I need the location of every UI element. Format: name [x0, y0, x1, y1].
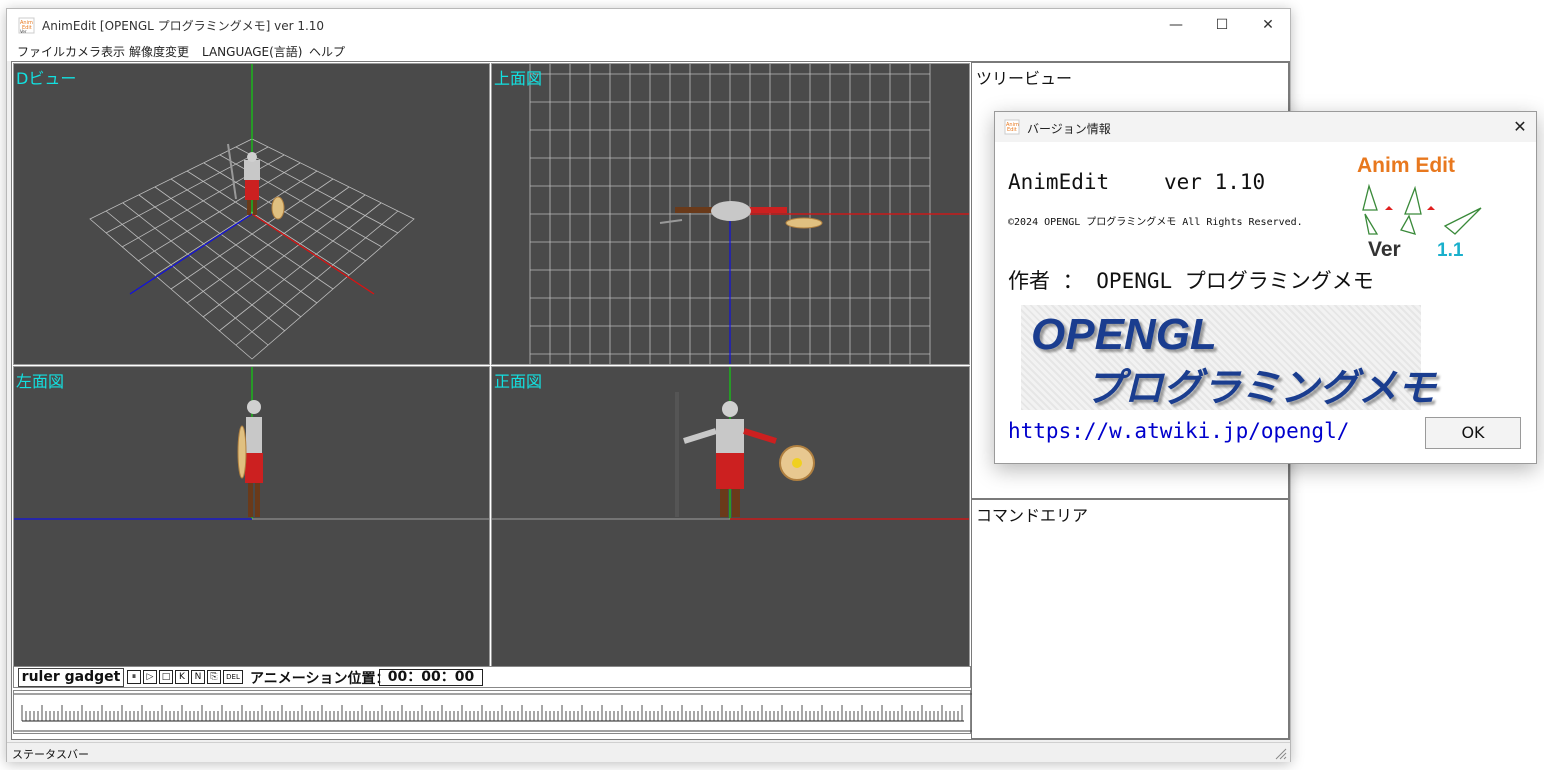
- timeline-ruler[interactable]: [13, 690, 972, 734]
- viewport-3d-label: Dビュー: [16, 69, 77, 88]
- minimize-button[interactable]: —: [1153, 9, 1199, 41]
- menu-file[interactable]: ファイル: [17, 43, 65, 60]
- website-link[interactable]: https://w.atwiki.jp/opengl/: [1008, 419, 1349, 443]
- app-icon: Anim Edit Ver: [18, 17, 35, 34]
- logo-ver: Ver: [1368, 238, 1401, 261]
- logo-version-number: 1.1: [1437, 240, 1464, 261]
- status-text: ステータスバー: [12, 748, 89, 761]
- app-icon: Anim Edit: [1004, 119, 1020, 135]
- left-axes: [14, 367, 489, 520]
- about-app-name: AnimEdit: [1008, 170, 1110, 194]
- status-bar: ステータスバー: [7, 742, 1290, 762]
- maximize-button[interactable]: ☐: [1199, 9, 1245, 41]
- ok-button[interactable]: OK: [1425, 417, 1521, 449]
- window-title: AnimEdit [OPENGL プログラミングメモ] ver 1.10: [42, 19, 325, 33]
- viewport-left[interactable]: 左面図: [13, 366, 490, 667]
- viewport-3d[interactable]: Dビュー: [13, 63, 490, 365]
- copy-button[interactable]: ⎘: [207, 670, 221, 684]
- command-area-label: コマンドエリア: [976, 506, 1089, 525]
- animation-position-label: アニメーション位置：: [250, 671, 390, 687]
- animation-position-field[interactable]: 00：00：00: [379, 669, 483, 686]
- ruler-gadget-bar: ruler gadget ⏸ ▷ □ K N ⎘ DEL アニメーション位置： …: [13, 666, 971, 688]
- viewport-top[interactable]: 上面図: [491, 63, 970, 365]
- resize-grip-icon[interactable]: [1273, 746, 1287, 760]
- viewport-front[interactable]: 正面図: [491, 366, 970, 667]
- title-bar[interactable]: Anim Edit Ver AnimEdit [OPENGL プログラミングメモ…: [7, 9, 1290, 41]
- keyframe-button[interactable]: K: [175, 670, 189, 684]
- character-front: [675, 392, 815, 517]
- perspective-grid: [89, 64, 415, 360]
- tree-view-label: ツリービュー: [976, 69, 1073, 88]
- about-dialog-titlebar[interactable]: Anim Edit バージョン情報 ✕: [995, 112, 1536, 142]
- about-dialog: Anim Edit バージョン情報 ✕ AnimEdit ver 1.10 ©2…: [994, 111, 1537, 464]
- timeline-ticks: [14, 693, 972, 732]
- viewport-left-label: 左面図: [16, 372, 65, 391]
- character-3d: [227, 143, 285, 220]
- about-copyright: ©2024 OPENGL プログラミングメモ All Rights Reserv…: [1008, 217, 1303, 228]
- about-author: 作者 ： OPENGL プログラミングメモ: [1008, 269, 1374, 293]
- ruler-gadget-tab[interactable]: ruler gadget: [18, 668, 124, 687]
- command-area-panel[interactable]: コマンドエリア: [971, 499, 1289, 739]
- viewport-top-label: 上面図: [494, 69, 543, 88]
- menu-resolution[interactable]: 解像度変更: [129, 43, 189, 60]
- top-grid: [529, 64, 969, 364]
- banner-line1: OPENGL: [1031, 310, 1217, 359]
- stop-button[interactable]: □: [159, 670, 173, 684]
- svg-text:Edit: Edit: [1007, 127, 1017, 133]
- anim-edit-logo: Anim Edit Ver 1.1: [1355, 152, 1485, 262]
- svg-text:Ver: Ver: [20, 29, 27, 34]
- banner-line2: プログラミングメモ: [1085, 367, 1437, 410]
- opengl-memo-banner: OPENGL プログラミングメモ: [1021, 305, 1436, 410]
- pause-button[interactable]: ⏸: [127, 670, 141, 684]
- viewport-front-label: 正面図: [494, 372, 543, 391]
- front-axes: [492, 367, 969, 520]
- about-dialog-title: バージョン情報: [1027, 122, 1111, 136]
- delete-button[interactable]: DEL: [223, 670, 243, 684]
- about-close-button[interactable]: ✕: [1504, 112, 1536, 142]
- menu-help[interactable]: ヘルプ: [309, 43, 345, 60]
- menu-camera[interactable]: カメラ表示: [65, 43, 125, 60]
- next-button[interactable]: N: [191, 670, 205, 684]
- menu-language[interactable]: LANGUAGE(言語): [202, 43, 302, 60]
- close-button[interactable]: ✕: [1245, 9, 1291, 41]
- about-version: ver 1.10: [1164, 170, 1266, 194]
- play-button[interactable]: ▷: [143, 670, 157, 684]
- character-side: [237, 400, 263, 517]
- menu-bar: ファイル カメラ表示 解像度変更 LANGUAGE(言語) ヘルプ: [7, 41, 1290, 61]
